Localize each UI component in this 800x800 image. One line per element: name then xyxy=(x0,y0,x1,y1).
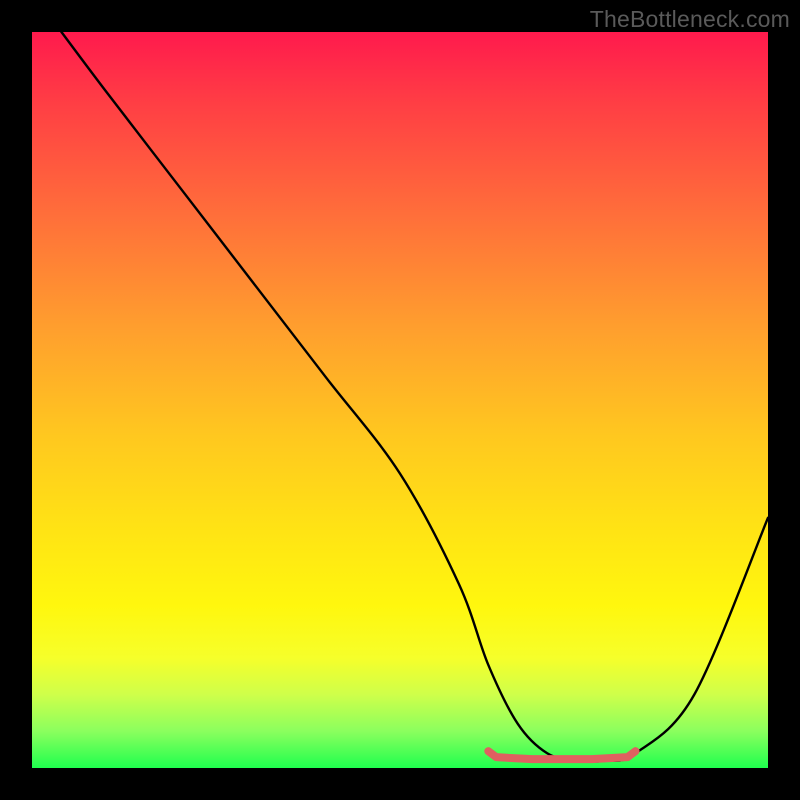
curve-svg xyxy=(32,32,768,768)
chart-frame: TheBottleneck.com xyxy=(0,0,800,800)
watermark-text: TheBottleneck.com xyxy=(590,6,790,33)
bottleneck-curve xyxy=(61,32,768,762)
optimal-range-marker xyxy=(488,751,635,759)
plot-area xyxy=(32,32,768,768)
